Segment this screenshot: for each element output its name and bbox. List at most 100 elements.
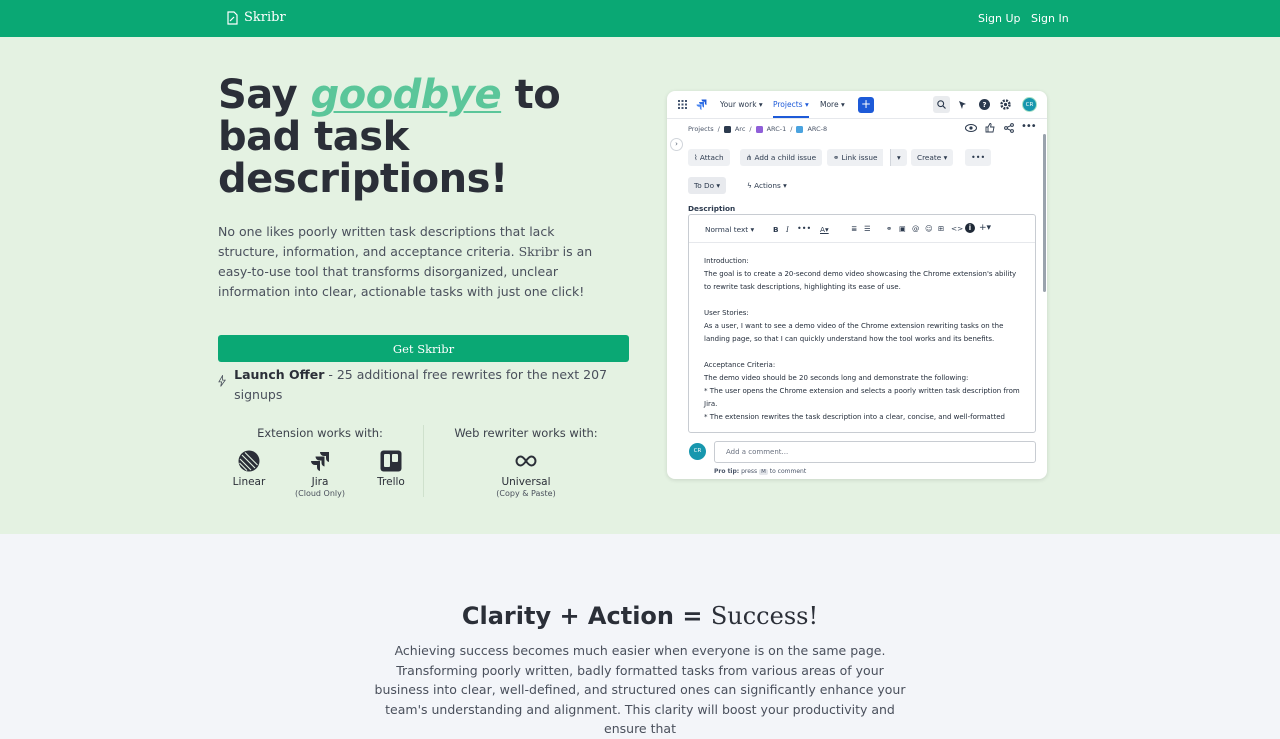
section-paragraph: Achieving success becomes much easier wh…: [374, 643, 906, 737]
title-serif: Success!: [710, 602, 819, 630]
link-icon: ⚭: [833, 153, 840, 162]
hero-section: [0, 37, 1280, 534]
jira-logo-icon: [696, 99, 707, 110]
scrollbar[interactable]: [1043, 134, 1046, 292]
numbered-list-icon[interactable]: ☰: [864, 224, 871, 233]
insert-more-button[interactable]: +▾: [979, 223, 991, 233]
launch-offer: Launch Offer - 25 additional free rewrit…: [218, 365, 618, 405]
crumb-arc-8[interactable]: ARC-8: [807, 125, 827, 133]
nav-your-work[interactable]: Your work ▾: [720, 100, 763, 109]
watch-icon[interactable]: [965, 124, 977, 132]
info-icon[interactable]: i: [965, 223, 975, 233]
link-icon[interactable]: ⚭: [886, 224, 892, 233]
expand-sidebar-button[interactable]: ›: [670, 138, 683, 151]
add-child-issue-button[interactable]: ⋔ Add a child issue: [740, 149, 823, 166]
infinity-icon: [515, 455, 537, 467]
sign-up-link[interactable]: Sign Up: [978, 12, 1021, 25]
nav-label: Your work: [720, 100, 757, 109]
svg-text:?: ?: [982, 101, 986, 109]
thumbs-up-icon[interactable]: [985, 123, 995, 133]
lead-text-1: No one likes poorly written task descrip…: [218, 224, 555, 259]
share-icon[interactable]: [1004, 123, 1014, 133]
button-label: Actions: [754, 181, 781, 190]
hierarchy-icon: ⋔: [746, 153, 753, 162]
stories-heading: User Stories:: [704, 309, 749, 317]
link-issue-dropdown[interactable]: ▾: [890, 149, 907, 166]
actions-button[interactable]: ϟ Actions ▾: [741, 177, 793, 194]
tool-name: Trello: [377, 476, 405, 488]
avatar[interactable]: CR: [1022, 97, 1037, 112]
button-label: Add a child issue: [754, 153, 817, 162]
crumb-projects[interactable]: Projects: [688, 125, 714, 133]
criteria-item: * The user opens the Chrome extension an…: [704, 387, 1020, 408]
comment-input[interactable]: Add a comment...: [714, 441, 1036, 463]
intro-heading: Introduction:: [704, 257, 749, 265]
bolt-icon: ϟ: [747, 181, 752, 190]
nav-projects[interactable]: Projects ▾: [773, 100, 809, 118]
more-options-icon[interactable]: •••: [1021, 121, 1037, 132]
bullet-list-icon[interactable]: ≣: [851, 224, 857, 233]
tool-name: Universal: [501, 476, 551, 488]
tool-sub: (Cloud Only): [295, 489, 345, 498]
create-button[interactable]: Create ▾: [911, 149, 954, 166]
code-icon[interactable]: <>: [951, 224, 963, 233]
text-style-dropdown[interactable]: Normal text ▾: [705, 225, 754, 234]
top-navbar: Skribr Sign Up Sign In: [0, 0, 1280, 37]
sign-in-link[interactable]: Sign In: [1031, 12, 1069, 25]
comment-avatar: CR: [689, 443, 706, 460]
status-todo-button[interactable]: To Do ▾: [688, 177, 727, 194]
get-skribr-button[interactable]: Get Skribr: [218, 335, 629, 362]
linear-icon: [238, 450, 260, 472]
more-actions-button[interactable]: •••: [965, 149, 992, 166]
attach-button[interactable]: ⌇ Attach: [688, 149, 730, 166]
tool-name: Jira: [311, 476, 329, 488]
crumb-sep: /: [749, 125, 752, 133]
text-color-button[interactable]: A▾: [820, 225, 829, 234]
search-button[interactable]: [933, 96, 950, 113]
settings-icon[interactable]: [1000, 99, 1011, 110]
paperclip-icon: ⌇: [694, 153, 698, 162]
nav-more[interactable]: More ▾: [820, 100, 845, 109]
more-format-button[interactable]: •••: [797, 224, 811, 233]
crumb-arc-1[interactable]: ARC-1: [767, 125, 787, 133]
tip-bold: Pro tip:: [714, 468, 740, 475]
brand-name: Skribr: [244, 10, 286, 25]
tool-universal: Universal (Copy & Paste): [490, 449, 562, 498]
editor-toolbar: Normal text ▾ B I ••• A▾ ≣ ☰ ⚭ ▣ @ ☺ ⊞ <…: [689, 215, 1035, 243]
mention-icon[interactable]: @: [912, 224, 919, 233]
app-grid-icon: [678, 100, 687, 109]
offer-text: Launch Offer - 25 additional free rewrit…: [234, 365, 618, 405]
button-label: Create: [917, 153, 942, 162]
bolt-icon: [218, 375, 227, 387]
help-icon[interactable]: ?: [979, 99, 990, 110]
table-icon[interactable]: ⊞: [938, 224, 944, 233]
hero-title-pre: Say: [218, 72, 311, 118]
search-icon: [937, 100, 946, 109]
tool-linear: Linear: [213, 449, 285, 488]
tool-sub: (Copy & Paste): [496, 489, 556, 498]
intro-text: The goal is to create a 20-second demo v…: [704, 270, 1017, 291]
image-icon[interactable]: ▣: [899, 224, 906, 233]
description-editor[interactable]: Normal text ▾ B I ••• A▾ ≣ ☰ ⚭ ▣ @ ☺ ⊞ <…: [688, 214, 1036, 433]
section-title: Clarity + Action = Success!: [0, 602, 1280, 630]
italic-button[interactable]: I: [786, 225, 789, 234]
crumb-arc[interactable]: Arc: [735, 125, 746, 133]
trello-icon: [380, 450, 402, 472]
brand-link[interactable]: Skribr: [226, 10, 286, 25]
stories-text: As a user, I want to see a demo video of…: [704, 322, 1004, 343]
format-label: Normal text: [705, 225, 749, 234]
bold-button[interactable]: B: [773, 225, 779, 234]
notifications-icon[interactable]: [958, 100, 967, 110]
project-icon: [723, 125, 731, 133]
crumb-sep: /: [717, 125, 720, 133]
extension-heading: Extension works with:: [257, 426, 383, 440]
lead-brand: Skribr: [518, 244, 559, 259]
title-pre: Clarity + Action =: [461, 602, 711, 630]
tip-key: M: [759, 469, 768, 475]
offer-bold: Launch Offer: [234, 367, 325, 382]
create-plus-button[interactable]: +: [858, 97, 874, 113]
task-icon: [796, 125, 804, 133]
link-issue-button[interactable]: ⚭ Link issue: [827, 149, 884, 166]
emoji-icon[interactable]: ☺: [925, 224, 933, 233]
hero-title-accent: goodbye: [310, 72, 502, 118]
